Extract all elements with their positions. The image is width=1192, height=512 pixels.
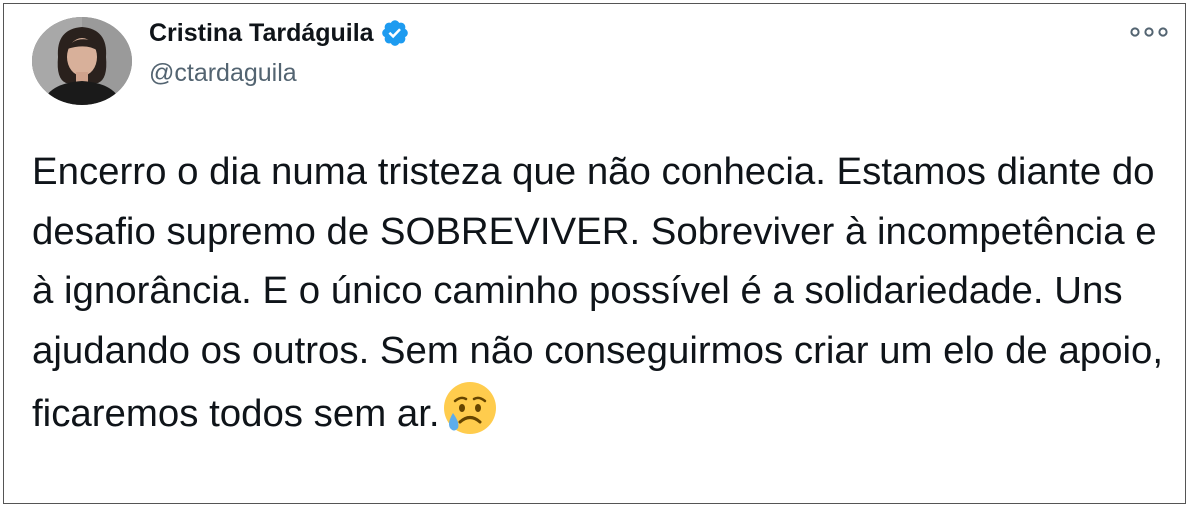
- tweet-card: Cristina Tardáguila @ctardaguila Encerro…: [3, 3, 1186, 504]
- author-display-name[interactable]: Cristina Tardáguila: [149, 19, 374, 48]
- more-options-icon[interactable]: [1129, 22, 1169, 42]
- tweet-body: Encerro o dia numa tristeza que não conh…: [32, 150, 1164, 435]
- sad-but-relieved-face-icon: [442, 380, 498, 454]
- verified-badge-icon: [380, 18, 410, 48]
- author-handle[interactable]: @ctardaguila: [149, 59, 297, 88]
- tweet-text: Encerro o dia numa tristeza que não conh…: [32, 142, 1172, 454]
- avatar[interactable]: [32, 17, 132, 105]
- author-name-row[interactable]: Cristina Tardáguila: [149, 18, 410, 48]
